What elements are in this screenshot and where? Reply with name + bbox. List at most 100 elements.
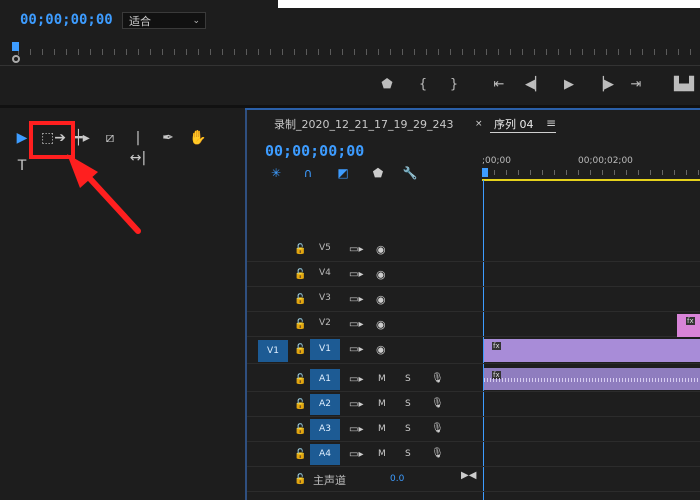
scrub-handle[interactable] [12, 55, 20, 63]
mute-button[interactable]: M [378, 399, 386, 409]
track-label[interactable]: A4 [310, 444, 340, 465]
solo-button[interactable]: S [405, 374, 411, 384]
track-row[interactable]: 🔓 A2 ▭▸ M S 🎙 [247, 393, 700, 417]
step-back-icon[interactable]: ◀▏ [525, 76, 545, 94]
monitor-playhead[interactable] [12, 42, 19, 51]
timeline-timecode[interactable]: 00;00;00;00 [265, 142, 364, 160]
mic-icon[interactable]: 🎙 [431, 373, 444, 384]
sync-icon[interactable]: ▭▸ [349, 449, 363, 460]
mark-in-icon[interactable]: { [414, 76, 432, 94]
lock-icon[interactable]: 🔓 [294, 424, 306, 435]
tab-sequence[interactable]: 序列 04 [494, 116, 534, 132]
monitor-timecode[interactable]: 00;00;00;00 [20, 12, 113, 28]
add-marker-icon[interactable]: ⬟ [378, 76, 396, 94]
mic-icon[interactable]: 🎙 [431, 398, 444, 409]
add-marker-icon[interactable]: ⬟ [370, 166, 386, 180]
fx-badge: fx [686, 317, 695, 325]
timeline-active-border [245, 108, 700, 110]
video-clip[interactable]: fx [484, 339, 700, 362]
waveform [484, 378, 700, 382]
linked-selection-icon[interactable]: ◩ [335, 166, 351, 180]
track-row[interactable]: 🔓 A4 ▭▸ M S 🎙 [247, 443, 700, 467]
lock-icon[interactable]: 🔓 [294, 294, 306, 305]
track-label[interactable]: A1 [310, 369, 340, 390]
close-icon[interactable]: × [475, 119, 483, 129]
play-icon[interactable]: ▶ [560, 76, 578, 94]
pen-tool-icon[interactable]: ✒ [158, 128, 178, 148]
solo-button[interactable]: S [405, 399, 411, 409]
track-label: V3 [319, 293, 331, 303]
video-clip[interactable]: fx [677, 314, 700, 337]
master-label: 主声道 [313, 474, 346, 487]
lock-icon[interactable]: 🔓 [294, 319, 306, 330]
sync-icon[interactable]: ▭▸ [349, 269, 363, 280]
sync-icon[interactable]: ▭▸ [349, 244, 363, 255]
step-forward-icon[interactable]: ▕▶ [594, 76, 614, 94]
track-row[interactable]: 🔓 V2 ▭▸ ◉ [247, 313, 700, 337]
track-row[interactable]: 🔓 V4 ▭▸ ◉ [247, 263, 700, 287]
track-row[interactable]: 🔓 V5 ▭▸ ◉ [247, 238, 700, 262]
lock-icon[interactable]: 🔓 [294, 344, 306, 355]
slip-tool-icon[interactable]: |↔| [128, 128, 148, 166]
audio-clip[interactable]: fx [484, 368, 700, 390]
tab-recording[interactable]: 录制_2020_12_21_17_19_29_243 [274, 116, 453, 132]
eye-icon[interactable]: ◉ [376, 243, 386, 256]
master-track-row[interactable]: 🔓 主声道 0.0 ▶◀ [247, 468, 700, 492]
track-label: V4 [319, 268, 331, 278]
track-row[interactable]: 🔓 V3 ▭▸ ◉ [247, 288, 700, 312]
sync-icon[interactable]: ▭▸ [349, 374, 363, 385]
fit-dropdown[interactable]: 适合 ⌄ [122, 12, 206, 29]
mute-button[interactable]: M [378, 374, 386, 384]
export-frame-icon[interactable]: ▙▟ [674, 76, 694, 94]
mark-out-icon[interactable]: } [445, 76, 463, 94]
eye-icon[interactable]: ◉ [376, 293, 386, 306]
lock-icon[interactable]: 🔓 [294, 474, 306, 485]
eye-icon[interactable]: ◉ [376, 343, 386, 356]
mute-button[interactable]: M [378, 449, 386, 459]
solo-button[interactable]: S [405, 449, 411, 459]
razor-tool-icon[interactable]: ⧄ [100, 128, 120, 148]
nest-icon[interactable]: ✳ [268, 166, 284, 180]
active-tab-underline [490, 132, 556, 133]
sync-icon[interactable]: ▭▸ [349, 344, 363, 355]
lock-icon[interactable]: 🔓 [294, 374, 306, 385]
sync-icon[interactable]: ▭▸ [349, 424, 363, 435]
wrench-icon[interactable]: 🔧 [402, 166, 418, 180]
track-label[interactable]: V1 [310, 339, 340, 360]
menu-icon[interactable]: ≡ [546, 116, 556, 130]
track-label: V2 [319, 318, 331, 328]
lock-icon[interactable]: 🔓 [294, 244, 306, 255]
go-to-in-icon[interactable]: ⇤ [490, 76, 508, 94]
sync-icon[interactable]: ▭▸ [349, 294, 363, 305]
work-area-bar[interactable] [482, 179, 700, 181]
lock-icon[interactable]: 🔓 [294, 449, 306, 460]
expand-icon[interactable]: ▶◀ [461, 470, 476, 481]
monitor-ruler[interactable] [0, 41, 700, 66]
mic-icon[interactable]: 🎙 [431, 448, 444, 459]
go-to-out-icon[interactable]: ⇥ [627, 76, 645, 94]
type-tool-icon[interactable]: T [12, 156, 32, 176]
ruler-label: ;00;00 [482, 156, 511, 166]
sync-icon[interactable]: ▭▸ [349, 319, 363, 330]
source-patch-v1[interactable]: V1 [258, 340, 288, 362]
track-label: V5 [319, 243, 331, 253]
ruler-label: 00;00;02;00 [578, 156, 633, 166]
track-label[interactable]: A3 [310, 419, 340, 440]
track-label[interactable]: A2 [310, 394, 340, 415]
lock-icon[interactable]: 🔓 [294, 269, 306, 280]
lock-icon[interactable]: 🔓 [294, 399, 306, 410]
solo-button[interactable]: S [405, 424, 411, 434]
mute-button[interactable]: M [378, 424, 386, 434]
sync-icon[interactable]: ▭▸ [349, 399, 363, 410]
master-volume[interactable]: 0.0 [390, 474, 404, 484]
hand-tool-icon[interactable]: ✋ [188, 128, 208, 148]
track-row[interactable]: 🔓 A3 ▭▸ M S 🎙 [247, 418, 700, 442]
eye-icon[interactable]: ◉ [376, 318, 386, 331]
eye-icon[interactable]: ◉ [376, 268, 386, 281]
ripple-edit-tool-icon[interactable]: ┿▸ [72, 128, 92, 148]
timeline-ruler[interactable] [482, 170, 700, 175]
snap-magnet-icon[interactable]: ∩ [300, 166, 316, 180]
fit-dropdown-label: 适合 [129, 15, 151, 28]
mic-icon[interactable]: 🎙 [431, 423, 444, 434]
timeline-playhead[interactable] [482, 168, 488, 177]
